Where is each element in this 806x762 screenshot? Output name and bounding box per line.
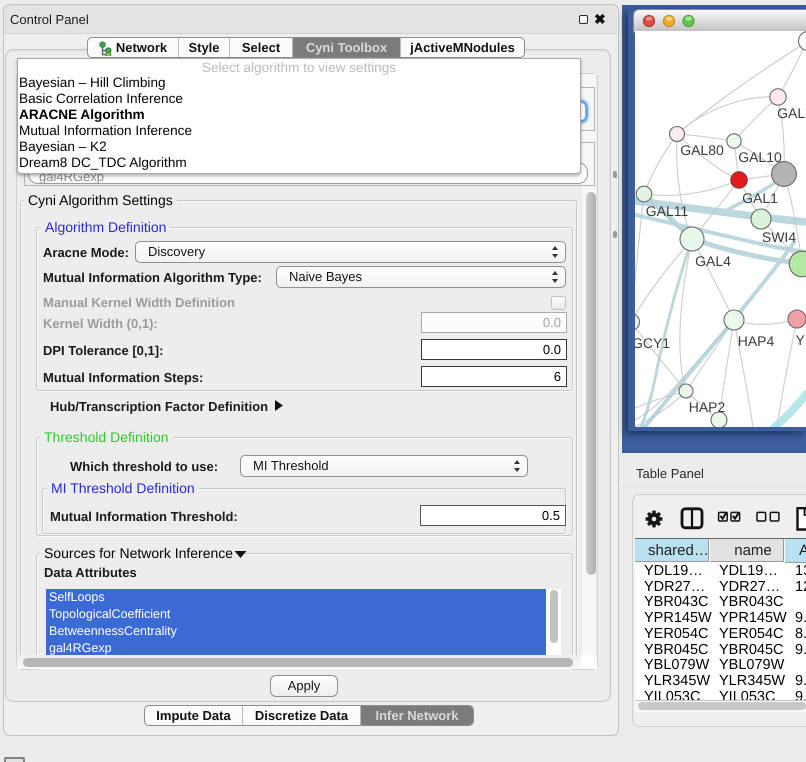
svg-text:GAL4: GAL4 xyxy=(695,253,731,269)
svg-text:SWI4: SWI4 xyxy=(762,229,796,245)
svg-text:GAL80: GAL80 xyxy=(680,142,724,158)
svg-text:GAL10: GAL10 xyxy=(738,149,782,165)
svg-text:HAP2: HAP2 xyxy=(689,399,726,415)
svg-text:GAL7: GAL7 xyxy=(777,105,806,121)
svg-text:GAL1: GAL1 xyxy=(742,190,778,206)
svg-text:YM: YM xyxy=(796,332,806,348)
svg-text:HAP4: HAP4 xyxy=(738,333,775,349)
svg-text:GCY1: GCY1 xyxy=(635,335,670,351)
svg-text:GAL11: GAL11 xyxy=(646,203,689,219)
